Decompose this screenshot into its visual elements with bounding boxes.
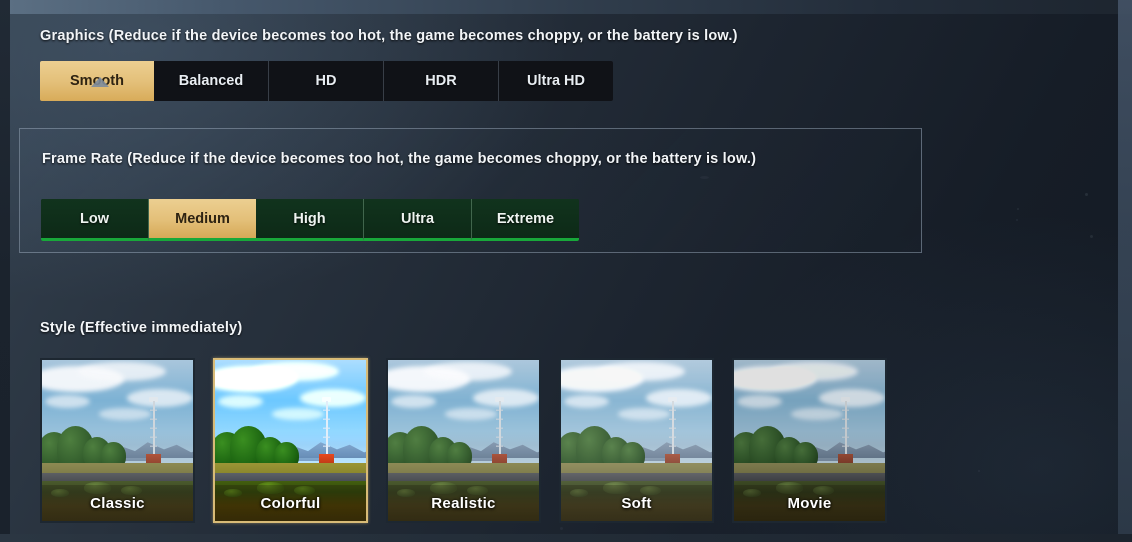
preview-cloud [770, 361, 858, 381]
background-speck [1085, 193, 1088, 196]
preview-cloud [272, 408, 324, 420]
style-caption-bar: Colorful [215, 485, 366, 521]
graphics-option-hd[interactable]: HD [269, 61, 384, 101]
background-speck [560, 527, 563, 530]
style-caption-bar: Movie [734, 485, 885, 521]
preview-cloud [99, 408, 151, 420]
style-option-label: Classic [90, 494, 145, 512]
style-option-soft[interactable]: Soft [559, 358, 714, 523]
graphics-option-label: HD [315, 73, 337, 89]
style-option-group: Classic Colorful Realistic Soft Movie [40, 358, 887, 523]
style-option-classic[interactable]: Classic [40, 358, 195, 523]
preview-cloud [618, 408, 670, 420]
graphics-option-label: HDR [425, 73, 457, 89]
style-caption-bar: Classic [42, 485, 193, 521]
frame-rate-option-label: Medium [175, 210, 230, 227]
preview-radio-tower [491, 397, 509, 465]
frame-rate-option-label: Ultra [400, 210, 435, 227]
graphics-option-group: Smooth Balanced HD HDR Ultra HD [40, 61, 613, 101]
style-section-title: Style (Effective immediately) [40, 320, 243, 336]
frame-rate-panel: Frame Rate (Reduce if the device becomes… [19, 128, 922, 253]
graphics-option-label: Ultra HD [526, 73, 585, 89]
preview-radio-tower [145, 397, 163, 465]
style-caption-bar: Soft [561, 485, 712, 521]
graphics-settings-screen: Graphics (Reduce if the device becomes t… [0, 0, 1132, 542]
frame-rate-option-low[interactable]: Low [41, 199, 149, 241]
frame-rate-option-ultra[interactable]: Ultra [364, 199, 472, 241]
frame-rate-section-title: Frame Rate (Reduce if the device becomes… [42, 151, 757, 167]
selection-pointer-triangle-icon [91, 77, 109, 87]
preview-radio-tower [664, 397, 682, 465]
frame-rate-option-group: Low Medium High Ultra Extreme [41, 199, 579, 241]
preview-cloud [791, 408, 843, 420]
style-option-label: Colorful [260, 494, 321, 512]
frame-rate-option-label: High [293, 210, 326, 227]
style-option-label: Soft [621, 494, 652, 512]
preview-cloud [251, 361, 339, 381]
top-edge-strip [0, 0, 1132, 14]
frame-rate-option-medium[interactable]: Medium [149, 199, 256, 241]
background-speck [978, 470, 980, 472]
preview-cloud [597, 361, 685, 381]
graphics-option-ultra-hd[interactable]: Ultra HD [499, 61, 613, 101]
preview-cloud [424, 361, 512, 381]
preview-cloud [445, 408, 497, 420]
bottom-edge-strip [0, 534, 1132, 542]
style-option-label: Realistic [431, 494, 496, 512]
background-speck [1090, 235, 1093, 238]
graphics-option-label: Balanced [178, 73, 244, 89]
frame-rate-option-extreme[interactable]: Extreme [472, 199, 579, 241]
graphics-section-title: Graphics (Reduce if the device becomes t… [40, 28, 738, 44]
right-edge-gutter [1118, 0, 1132, 542]
frame-rate-option-high[interactable]: High [256, 199, 364, 241]
background-speck [1016, 219, 1018, 221]
style-option-label: Movie [787, 494, 832, 512]
background-speck [1017, 208, 1019, 210]
style-caption-bar: Realistic [388, 485, 539, 521]
left-edge-gutter [0, 0, 10, 542]
frame-rate-option-label: Extreme [496, 210, 555, 227]
graphics-option-hdr[interactable]: HDR [384, 61, 499, 101]
preview-radio-tower [837, 397, 855, 465]
style-option-realistic[interactable]: Realistic [386, 358, 541, 523]
graphics-option-balanced[interactable]: Balanced [154, 61, 269, 101]
style-option-movie[interactable]: Movie [732, 358, 887, 523]
preview-cloud [78, 361, 166, 381]
style-option-colorful[interactable]: Colorful [213, 358, 368, 523]
frame-rate-option-label: Low [80, 210, 109, 227]
preview-radio-tower [318, 397, 336, 465]
